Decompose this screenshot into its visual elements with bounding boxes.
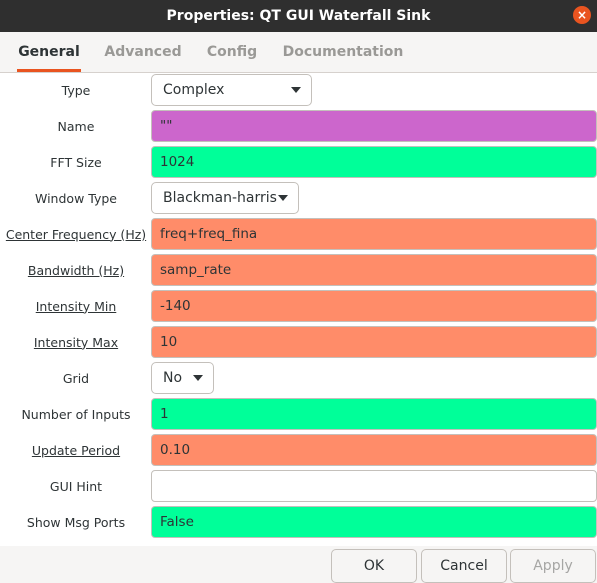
row-grid: Grid No [0, 360, 597, 396]
row-center-frequency: Center Frequency (Hz) freq+freq_fina [0, 216, 597, 252]
show-msg-ports-label: Show Msg Ports [26, 514, 126, 530]
intensity-max-field[interactable]: 10 [151, 326, 597, 358]
number-of-inputs-label: Number of Inputs [21, 406, 131, 422]
row-name: Name "" [0, 108, 597, 144]
bandwidth-label-text: Bandwidth (Hz) [27, 262, 125, 278]
row-type: Type Complex [0, 72, 597, 108]
row-window-type: Window Type Blackman-harris [0, 180, 597, 216]
apply-button[interactable]: Apply [510, 549, 596, 583]
center-frequency-field[interactable]: freq+freq_fina [151, 218, 597, 250]
window-type-value: Blackman-harris [163, 190, 277, 206]
gui-hint-label: GUI Hint [49, 478, 103, 494]
row-number-of-inputs: Number of Inputs 1 [0, 396, 597, 432]
center-frequency-label: Center Frequency (Hz) [0, 216, 152, 252]
intensity-min-label-text: Intensity Min [35, 298, 117, 314]
intensity-min-label: Intensity Min [0, 288, 152, 324]
fft-size-label: FFT Size [50, 154, 102, 170]
bandwidth-field[interactable]: samp_rate [151, 254, 597, 286]
update-period-label: Update Period [0, 432, 152, 468]
tab-config[interactable]: Config [199, 32, 265, 72]
dialog-footer: OK Cancel Apply [0, 546, 597, 583]
window-title: Properties: QT GUI Waterfall Sink [166, 8, 431, 24]
tab-documentation[interactable]: Documentation [280, 32, 406, 72]
row-fft-size: FFT Size 1024 [0, 144, 597, 180]
window-type-dropdown[interactable]: Blackman-harris [151, 182, 299, 214]
row-gui-hint: GUI Hint [0, 468, 597, 504]
update-period-field[interactable]: 0.10 [151, 434, 597, 466]
row-update-period: Update Period 0.10 [0, 432, 597, 468]
gui-hint-field[interactable] [151, 470, 597, 502]
intensity-max-label-text: Intensity Max [33, 334, 119, 350]
tab-general[interactable]: General [9, 32, 89, 72]
fft-size-field[interactable]: 1024 [151, 146, 597, 178]
intensity-max-label: Intensity Max [0, 324, 152, 360]
row-show-msg-ports: Show Msg Ports False [0, 504, 597, 540]
window-type-label: Window Type [35, 190, 117, 206]
chevron-down-icon [291, 87, 301, 93]
grid-value: No [163, 370, 183, 386]
type-dropdown[interactable]: Complex [151, 74, 312, 106]
cancel-button[interactable]: Cancel [421, 549, 507, 583]
title-bar: Properties: QT GUI Waterfall Sink × [0, 0, 597, 32]
type-label: Type [61, 82, 91, 98]
grid-label: Grid [62, 370, 90, 386]
name-field[interactable]: "" [151, 110, 597, 142]
update-period-label-text: Update Period [31, 442, 121, 458]
bandwidth-label: Bandwidth (Hz) [0, 252, 152, 288]
center-frequency-label-text: Center Frequency (Hz) [5, 226, 147, 242]
close-icon[interactable]: × [573, 6, 591, 24]
number-of-inputs-field[interactable]: 1 [151, 398, 597, 430]
tab-bar: General Advanced Config Documentation [0, 32, 597, 73]
chevron-down-icon [193, 375, 203, 381]
row-bandwidth: Bandwidth (Hz) samp_rate [0, 252, 597, 288]
grid-dropdown[interactable]: No [151, 362, 214, 394]
show-msg-ports-field[interactable]: False [151, 506, 597, 538]
name-label: Name [57, 118, 95, 134]
type-value: Complex [163, 82, 225, 98]
tab-advanced[interactable]: Advanced [99, 32, 187, 72]
ok-button[interactable]: OK [331, 549, 417, 583]
row-intensity-max: Intensity Max 10 [0, 324, 597, 360]
intensity-min-field[interactable]: -140 [151, 290, 597, 322]
chevron-down-icon [278, 195, 288, 201]
row-intensity-min: Intensity Min -140 [0, 288, 597, 324]
